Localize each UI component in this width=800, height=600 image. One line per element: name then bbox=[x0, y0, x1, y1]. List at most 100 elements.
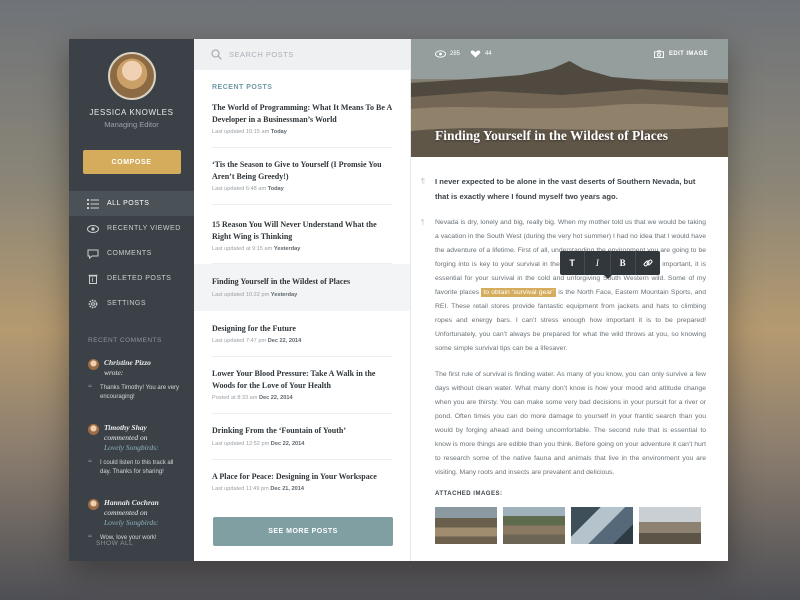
likes-count: 44 bbox=[485, 51, 492, 57]
app-window: Jessica Knowles Managing Editor Compose … bbox=[69, 39, 728, 561]
comment-post-link[interactable]: Lovely Songbirds: bbox=[104, 443, 159, 452]
comment-post-link[interactable]: Lovely Songbirds: bbox=[104, 518, 159, 527]
gear-icon bbox=[87, 299, 99, 309]
post-meta: Last updated 10:22 pm Yesterday bbox=[212, 291, 298, 298]
heart-icon bbox=[470, 50, 481, 58]
comment-verb: commented on bbox=[104, 433, 148, 442]
italic-button[interactable]: I bbox=[585, 251, 611, 275]
list-item[interactable]: Lower Your Blood Pressure: Take A Walk i… bbox=[194, 357, 410, 414]
list-item[interactable]: The World of Programming: What It Means … bbox=[194, 91, 410, 148]
list-icon bbox=[87, 198, 99, 209]
sidebar-item-comments[interactable]: Comments bbox=[69, 241, 194, 266]
recent-comments-title: Recent Comments bbox=[88, 337, 162, 344]
lead-paragraph[interactable]: I never expected to be alone in the vast… bbox=[421, 174, 706, 204]
attached-images-label: Attached Images: bbox=[435, 491, 503, 497]
link-icon bbox=[643, 259, 653, 267]
post-title: Lower Your Blood Pressure: Take A Walk i… bbox=[212, 369, 376, 390]
see-more-posts-button[interactable]: See More Posts bbox=[213, 517, 393, 546]
comment-author: Christine Pizzo bbox=[104, 358, 151, 367]
sidebar-item-deleted-posts[interactable]: Deleted Posts bbox=[69, 266, 194, 291]
camera-icon bbox=[654, 50, 664, 58]
show-all-link[interactable]: Show All bbox=[96, 540, 133, 547]
profile-role: Managing Editor bbox=[104, 120, 159, 129]
commenter-avatar bbox=[88, 499, 99, 510]
list-item[interactable]: Designing for the Future Last updated 7:… bbox=[194, 311, 410, 357]
attached-image-thumbnail[interactable] bbox=[571, 507, 633, 544]
link-button[interactable] bbox=[636, 251, 660, 275]
sidebar-item-settings[interactable]: Settings bbox=[69, 291, 194, 316]
comment-author: Hannah Cochran bbox=[104, 498, 159, 507]
post-list: Recent Posts The World of Programming: W… bbox=[194, 39, 411, 561]
comment-verb: wrote: bbox=[104, 368, 124, 377]
bold-button[interactable]: B bbox=[611, 251, 636, 275]
attached-image-thumbnail[interactable] bbox=[435, 507, 497, 544]
text-style-button[interactable]: T bbox=[560, 251, 586, 275]
post-meta: Posted at 8:33 am Dec 22, 2014 bbox=[212, 395, 293, 401]
profile: Jessica Knowles Managing Editor bbox=[69, 39, 194, 129]
sidebar: Jessica Knowles Managing Editor Compose … bbox=[69, 39, 194, 561]
sidebar-item-label: All Posts bbox=[107, 200, 150, 207]
edit-image-button[interactable]: Edit Image bbox=[654, 50, 708, 58]
compose-button[interactable]: Compose bbox=[82, 150, 181, 174]
trash-icon bbox=[87, 274, 99, 284]
attached-image-thumbnail[interactable] bbox=[639, 507, 701, 544]
list-item[interactable]: A Place for Peace: Designing in Your Wor… bbox=[194, 460, 410, 501]
comment-author: Timothy Shay bbox=[104, 423, 147, 432]
list-item[interactable]: 15 Reason You Will Never Understand What… bbox=[194, 205, 410, 264]
post-meta: Last updated 12:52 pm Dec 22, 2014 bbox=[212, 440, 305, 447]
list-item[interactable]: ‘Tis the Season to Give to Yourself (I P… bbox=[194, 148, 410, 205]
avatar[interactable] bbox=[107, 52, 156, 100]
list-item[interactable]: Drinking From the ‘Fountain of Youth’ La… bbox=[194, 414, 410, 460]
post-meta: Last updated 6:48 am Today bbox=[212, 186, 284, 192]
sidebar-item-all-posts[interactable]: All Posts bbox=[69, 191, 194, 216]
post-stats: 285 44 bbox=[435, 50, 502, 58]
comment-item[interactable]: Hannah Cochran commented on Lovely Songb… bbox=[69, 498, 194, 543]
commenter-avatar bbox=[88, 359, 99, 370]
comment-text: I could listen to this track all day. Th… bbox=[100, 460, 174, 475]
commenter-avatar bbox=[88, 424, 99, 435]
sidebar-item-recently-viewed[interactable]: Recently Viewed bbox=[69, 216, 194, 241]
recent-posts-label: Recent Posts bbox=[212, 84, 273, 91]
quote-icon: “ bbox=[88, 383, 92, 393]
comment-text: Thanks Timothy! You are very encouraging… bbox=[100, 385, 180, 400]
search-bar bbox=[194, 39, 410, 70]
speech-bubble-icon bbox=[87, 249, 99, 259]
search-input[interactable] bbox=[229, 50, 379, 59]
paragraph[interactable]: Nevada is dry, lonely and big, really bi… bbox=[421, 216, 706, 356]
comment-verb: commented on bbox=[104, 508, 148, 517]
article-body[interactable]: I never expected to be alone in the vast… bbox=[411, 157, 728, 480]
post-title: Drinking From the ‘Fountain of Youth’ bbox=[212, 426, 347, 435]
format-toolbar: T I B bbox=[560, 251, 660, 279]
paragraph[interactable]: The first rule of survival is finding wa… bbox=[435, 368, 706, 480]
post-meta: Last updated 7:47 pm Dec 22, 2014 bbox=[212, 338, 302, 344]
views-count: 285 bbox=[450, 51, 461, 57]
quote-icon: “ bbox=[88, 458, 92, 468]
hero-image[interactable]: 285 44 Edit Image Finding Yourself in th… bbox=[411, 39, 728, 157]
article-title[interactable]: Finding Yourself in the Wildest of Place… bbox=[435, 128, 668, 144]
list-item-selected[interactable]: Finding Yourself in the Wildest of Place… bbox=[194, 264, 410, 311]
post-meta: Last updated 11:49 pm Dec 21, 2014 bbox=[212, 486, 304, 492]
article-editor: 285 44 Edit Image Finding Yourself in th… bbox=[411, 39, 728, 561]
post-title: The World of Programming: What It Means … bbox=[212, 103, 392, 124]
sidebar-item-label: Comments bbox=[107, 250, 152, 257]
profile-name: Jessica Knowles bbox=[89, 108, 174, 117]
post-title: 15 Reason You Will Never Understand What… bbox=[212, 220, 377, 241]
post-meta: Last updated at 9:15 am Yesterday bbox=[212, 246, 301, 252]
comment-item[interactable]: Christine Pizzo wrote: “ Thanks Timothy!… bbox=[69, 358, 194, 402]
highlighted-text[interactable]: to obtain ‘survival gear’ bbox=[481, 288, 557, 297]
sidebar-item-label: Deleted Posts bbox=[107, 275, 172, 282]
attached-images: Attached Images: bbox=[435, 491, 707, 544]
post-title: Designing for the Future bbox=[212, 323, 296, 333]
post-title: A Place for Peace: Designing in Your Wor… bbox=[212, 471, 377, 481]
post-title: ‘Tis the Season to Give to Yourself (I P… bbox=[212, 160, 382, 181]
sidebar-item-label: Settings bbox=[107, 300, 147, 307]
eye-icon bbox=[87, 224, 99, 234]
comment-item[interactable]: Timothy Shay commented on Lovely Songbir… bbox=[69, 423, 194, 477]
sidebar-nav: All Posts Recently Viewed Comments Delet… bbox=[69, 191, 194, 316]
search-icon bbox=[211, 49, 222, 60]
attached-image-thumbnail[interactable] bbox=[503, 507, 565, 544]
sidebar-item-label: Recently Viewed bbox=[107, 225, 181, 232]
post-title: Finding Yourself in the Wildest of Place… bbox=[212, 277, 351, 286]
eye-icon bbox=[435, 50, 446, 58]
post-meta: Last updated 10:15 am Today bbox=[212, 129, 287, 135]
